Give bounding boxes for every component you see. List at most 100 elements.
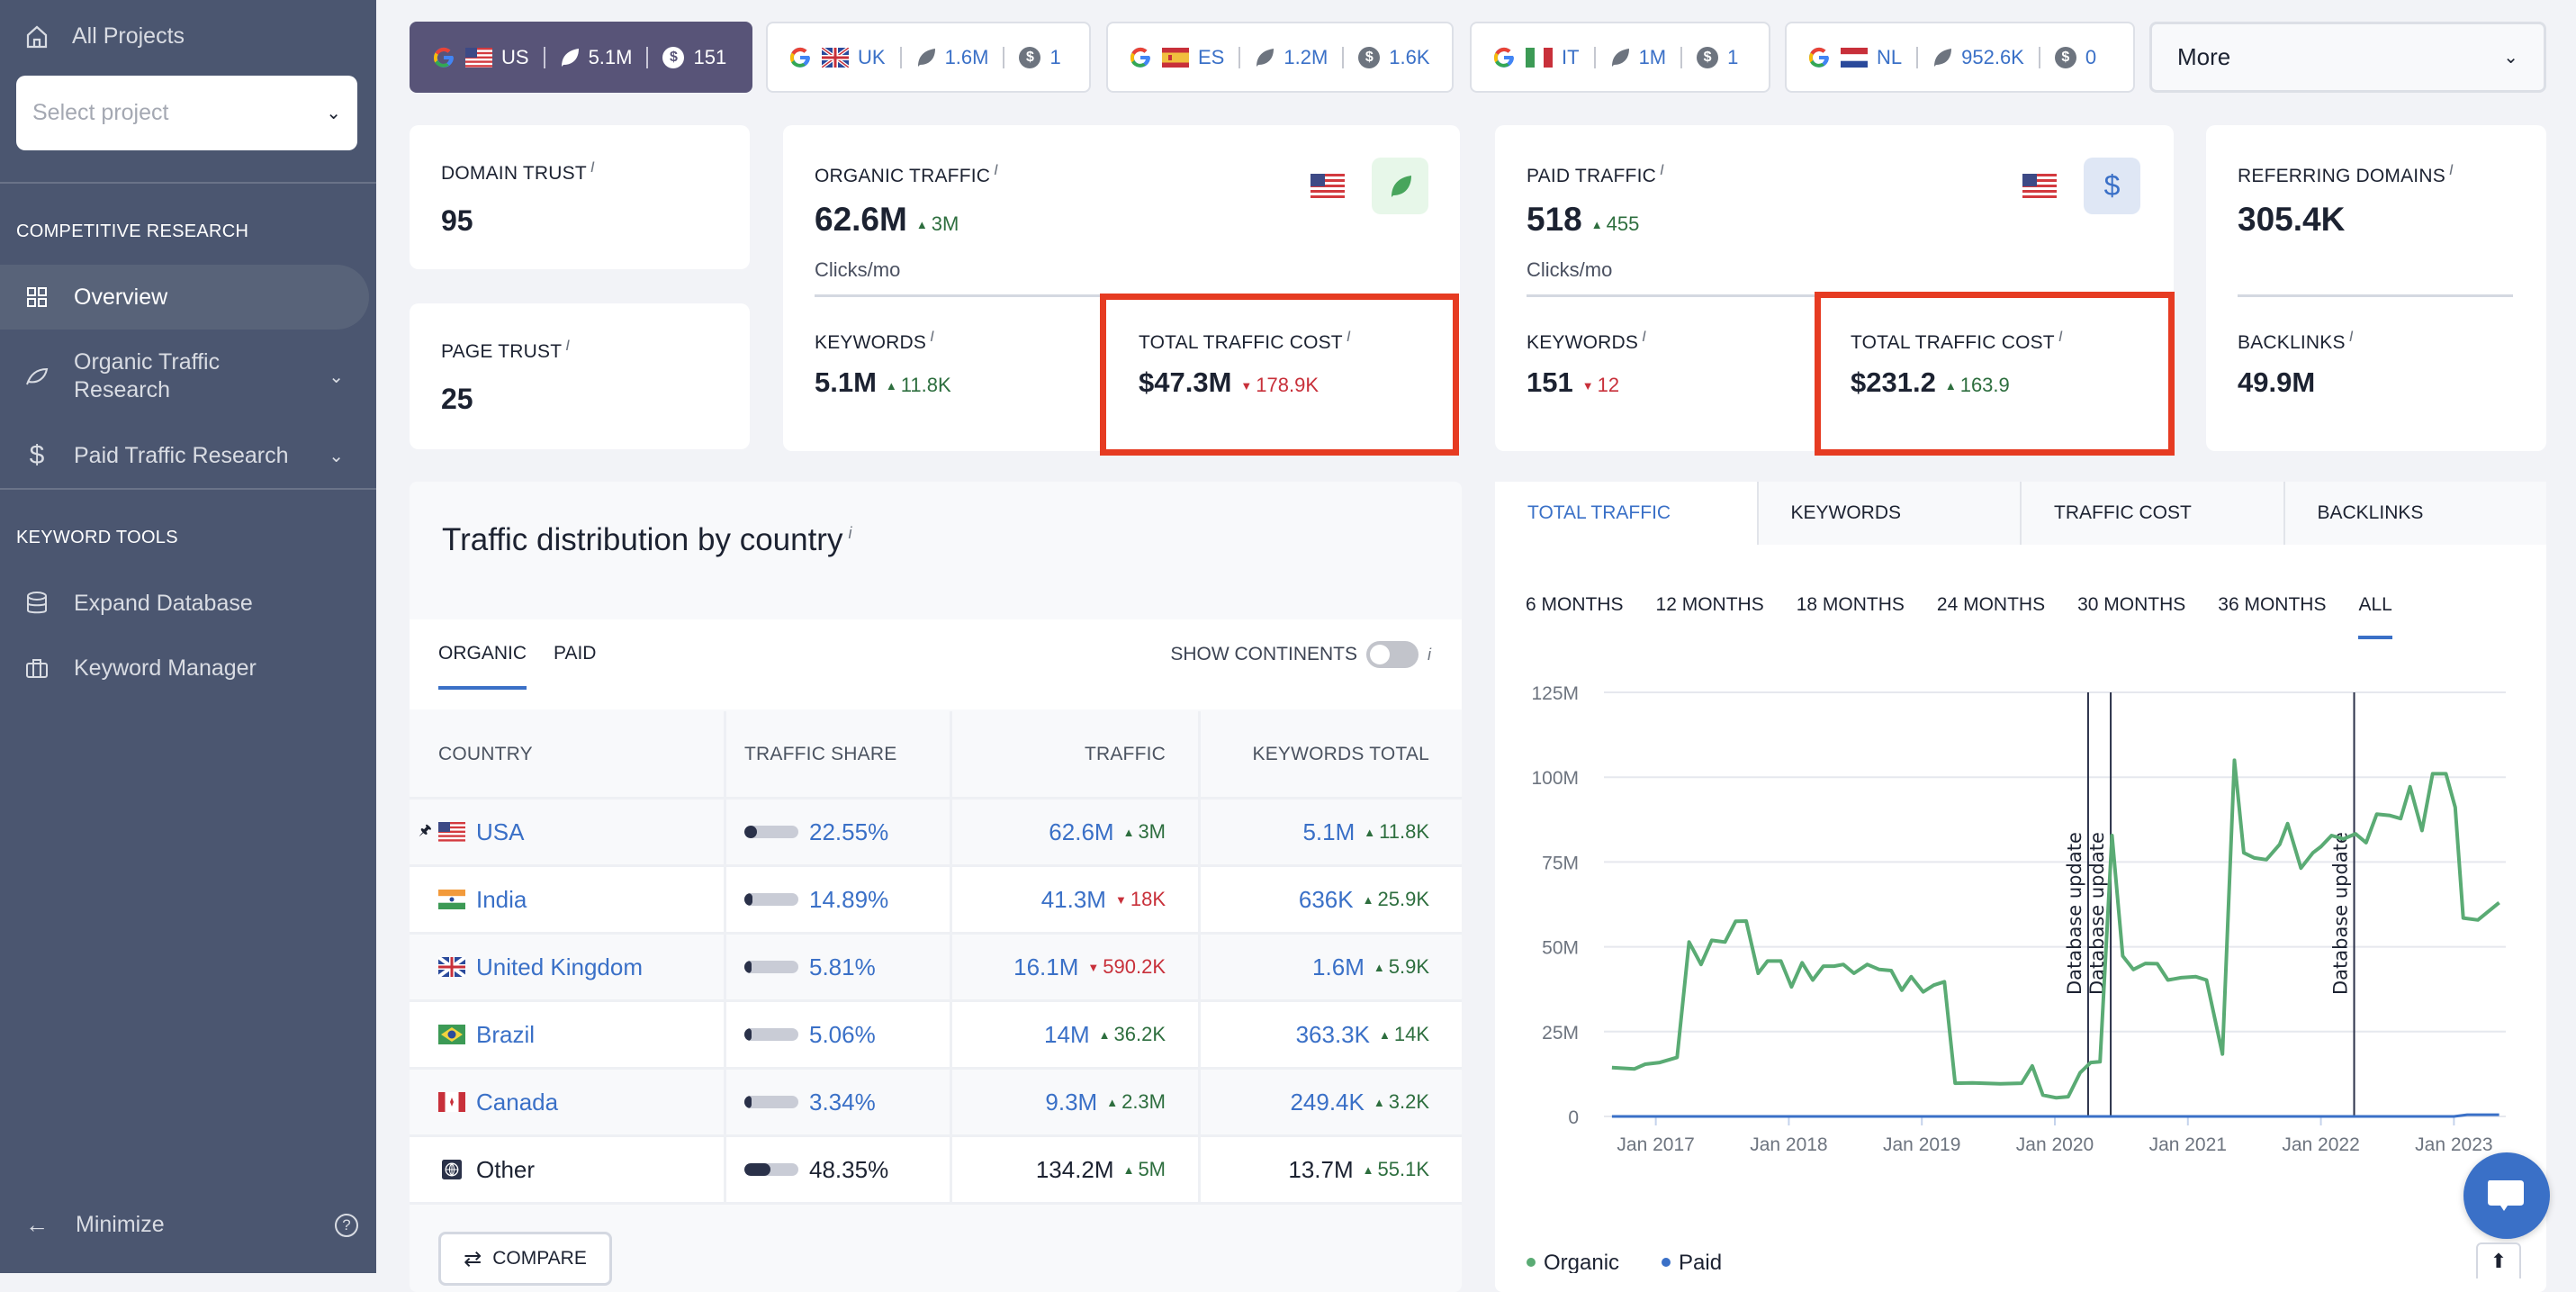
range-all[interactable]: ALL [2358,594,2393,639]
chevron-down-icon: ⌄ [326,104,341,123]
export-button[interactable]: ⬆ [2476,1242,2521,1278]
show-continents-toggle[interactable] [1366,641,1419,668]
backlinks-label: BACKLINKS [2238,332,2346,353]
y-tick-label: 125M [1531,683,1579,704]
paid-keywords-count: 151 [693,45,727,68]
all-projects-link[interactable]: All Projects [25,23,185,50]
info-icon[interactable]: i [994,161,998,178]
keywords-value[interactable]: 249.4K [1290,1089,1364,1116]
project-select[interactable]: Select project ⌄ [16,76,357,150]
column-header-keywords-total[interactable]: KEYWORDS TOTAL [1201,711,1462,797]
table-row: 🖈 USA 22.55% 62.6M 3M 5.1M 11.8K [410,800,1462,867]
info-icon[interactable]: i [848,524,851,542]
traffic-delta: 590.2K [1087,955,1166,979]
sidebar-item-label: Organic Traffic Research [74,349,221,402]
flag-globe-icon [442,1160,462,1179]
column-header-traffic[interactable]: TRAFFIC [952,711,1201,797]
info-icon[interactable]: i [1428,646,1431,664]
tab-traffic-cost[interactable]: TRAFFIC COST [2020,482,2283,545]
traffic-value[interactable]: 16.1M [1013,953,1078,981]
info-icon[interactable]: i [2449,161,2454,178]
info-icon[interactable]: i [930,328,934,345]
info-icon[interactable]: i [1660,161,1664,178]
traffic-value[interactable]: 14M [1044,1021,1090,1049]
tab-total-traffic[interactable]: TOTAL TRAFFIC [1495,482,1757,545]
sidebar-item-expand-database[interactable]: Expand Database [0,571,369,636]
country-name[interactable]: USA [476,818,524,846]
sidebar-item-organic-traffic-research[interactable]: Organic Traffic Research ⌄ [0,344,369,409]
section-competitive-research: COMPETITIVE RESEARCH [16,221,249,241]
pin-icon[interactable]: 🖈 [419,820,432,845]
more-databases-dropdown[interactable]: More ⌄ [2149,22,2546,93]
organic-keywords-count: 952.6K [1961,45,2024,68]
organic-traffic-value: 62.6M [815,201,907,238]
x-tick-label: Jan 2021 [2149,1134,2227,1155]
range-6-months[interactable]: 6 MONTHS [1526,594,1624,616]
column-header-country[interactable]: COUNTRY [410,711,726,797]
sidebar-item-paid-traffic-research[interactable]: $ Paid Traffic Research ⌄ [0,423,369,488]
section-keyword-tools: KEYWORD TOOLS [16,528,178,547]
leaf-icon [1611,48,1629,67]
database-tab-it[interactable]: IT 1M $1 [1470,22,1770,93]
tab-backlinks[interactable]: BACKLINKS [2283,482,2546,545]
range-36-months[interactable]: 36 MONTHS [2218,594,2326,616]
sidebar-item-keyword-manager[interactable]: Keyword Manager [0,636,369,700]
keywords-value[interactable]: 363.3K [1296,1021,1370,1049]
country-name[interactable]: India [476,886,527,914]
organic-keywords-count: 1.6M [944,45,989,68]
traffic-delta: 2.3M [1106,1090,1166,1114]
x-tick-label: Jan 2022 [2282,1134,2359,1155]
info-icon[interactable]: i [2349,328,2354,345]
range-18-months[interactable]: 18 MONTHS [1797,594,1905,616]
leaf-icon [25,365,49,388]
country-name[interactable]: United Kingdom [476,953,643,981]
y-tick-label: 50M [1542,938,1579,959]
minimize-button[interactable]: ← Minimize ? [25,1211,358,1239]
domain-trust-value: 95 [441,204,473,237]
referring-domains-label: REFERRING DOMAINS [2238,166,2445,186]
sidebar-item-overview[interactable]: Overview [0,265,369,330]
database-tab-nl[interactable]: NL 952.6K $0 [1785,22,2135,93]
help-icon[interactable]: ? [335,1213,358,1237]
paid-badge: $ [2084,158,2140,214]
traffic-value[interactable]: 9.3M [1045,1089,1097,1116]
traffic-value[interactable]: 41.3M [1041,886,1106,914]
table-row: Canada 3.34% 9.3M 2.3M 249.4K 3.2K [410,1070,1462,1137]
briefcase-icon [25,656,49,680]
tab-keywords[interactable]: KEYWORDS [1756,482,2020,545]
traffic-share-bar [744,961,798,973]
info-icon[interactable]: i [1642,328,1646,345]
database-tab-uk[interactable]: UK 1.6M $1 [766,22,1091,93]
keywords-value[interactable]: 1.6M [1312,953,1365,981]
info-icon[interactable]: i [565,337,570,354]
dollar-icon: $ [2103,169,2121,202]
compare-button[interactable]: ⇄ COMPARE [438,1232,612,1286]
keywords-delta: 25.9K [1363,888,1430,911]
country-name[interactable]: Canada [476,1089,558,1116]
database-code: US [501,45,529,68]
database-tab-es[interactable]: ES 1.2M $1.6K [1106,22,1454,93]
range-30-months[interactable]: 30 MONTHS [2077,594,2185,616]
database-tab-us[interactable]: US 5.1M $151 [410,22,752,93]
series-line-paid [1611,1113,2499,1118]
database-code: NL [1877,45,1903,68]
chat-widget-button[interactable] [2463,1152,2550,1239]
compare-arrows-icon: ⇄ [464,1246,482,1271]
keywords-value[interactable]: 636K [1299,886,1354,914]
tab-paid[interactable]: PAID [554,643,596,664]
database-update-label: Database update [2330,832,2352,995]
keywords-value[interactable]: 5.1M [1302,818,1355,846]
range-12-months[interactable]: 12 MONTHS [1656,594,1764,616]
keywords-delta: 3.2K [1374,1090,1429,1114]
traffic-value[interactable]: 62.6M [1049,818,1113,846]
sidebar-item-label: Overview [74,284,168,310]
tab-organic[interactable]: ORGANIC [438,643,527,690]
grid-icon [25,285,49,309]
paid-keywords-count: 0 [2085,45,2097,68]
country-name[interactable]: Brazil [476,1021,535,1049]
arrow-left-icon: ← [25,1211,49,1238]
database-code: UK [858,45,886,68]
column-header-traffic-share[interactable]: TRAFFIC SHARE [726,711,952,797]
info-icon[interactable]: i [590,158,595,176]
range-24-months[interactable]: 24 MONTHS [1937,594,2045,616]
